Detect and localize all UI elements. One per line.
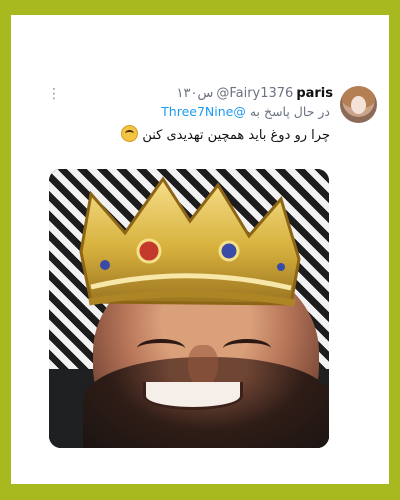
tweet-header: ۱۳۰س @Fairy1376 paris [157, 84, 334, 102]
right-eye [223, 339, 271, 358]
smile [143, 382, 243, 410]
author-handle[interactable]: @Fairy1376 [216, 86, 293, 101]
tweet-text: چرا رو دوغ باید همچین تهدیدی کنن [121, 125, 330, 145]
tweet-time: ۱۳۰س [176, 85, 214, 101]
reply-prefix: در حال پاسخ به [249, 104, 330, 119]
author-avatar[interactable] [340, 86, 377, 123]
gold-crown-icon [79, 176, 301, 307]
tweet-media[interactable] [49, 169, 329, 448]
tweet-body: چرا رو دوغ باید همچین تهدیدی کنن [142, 128, 330, 143]
nose [188, 345, 218, 387]
left-eye [137, 339, 185, 358]
more-options-icon[interactable]: ⋮ [47, 87, 61, 103]
reply-mention[interactable]: @Three7Nine [161, 104, 246, 119]
author-name[interactable]: paris [296, 86, 333, 101]
laughing-face-icon [121, 125, 139, 142]
tweet-card[interactable]: ⋮ ۱۳۰س @Fairy1376 paris در حال پاسخ به @… [11, 15, 389, 484]
reply-context: در حال پاسخ به @Three7Nine [50, 104, 330, 122]
avatar-face [351, 96, 366, 114]
